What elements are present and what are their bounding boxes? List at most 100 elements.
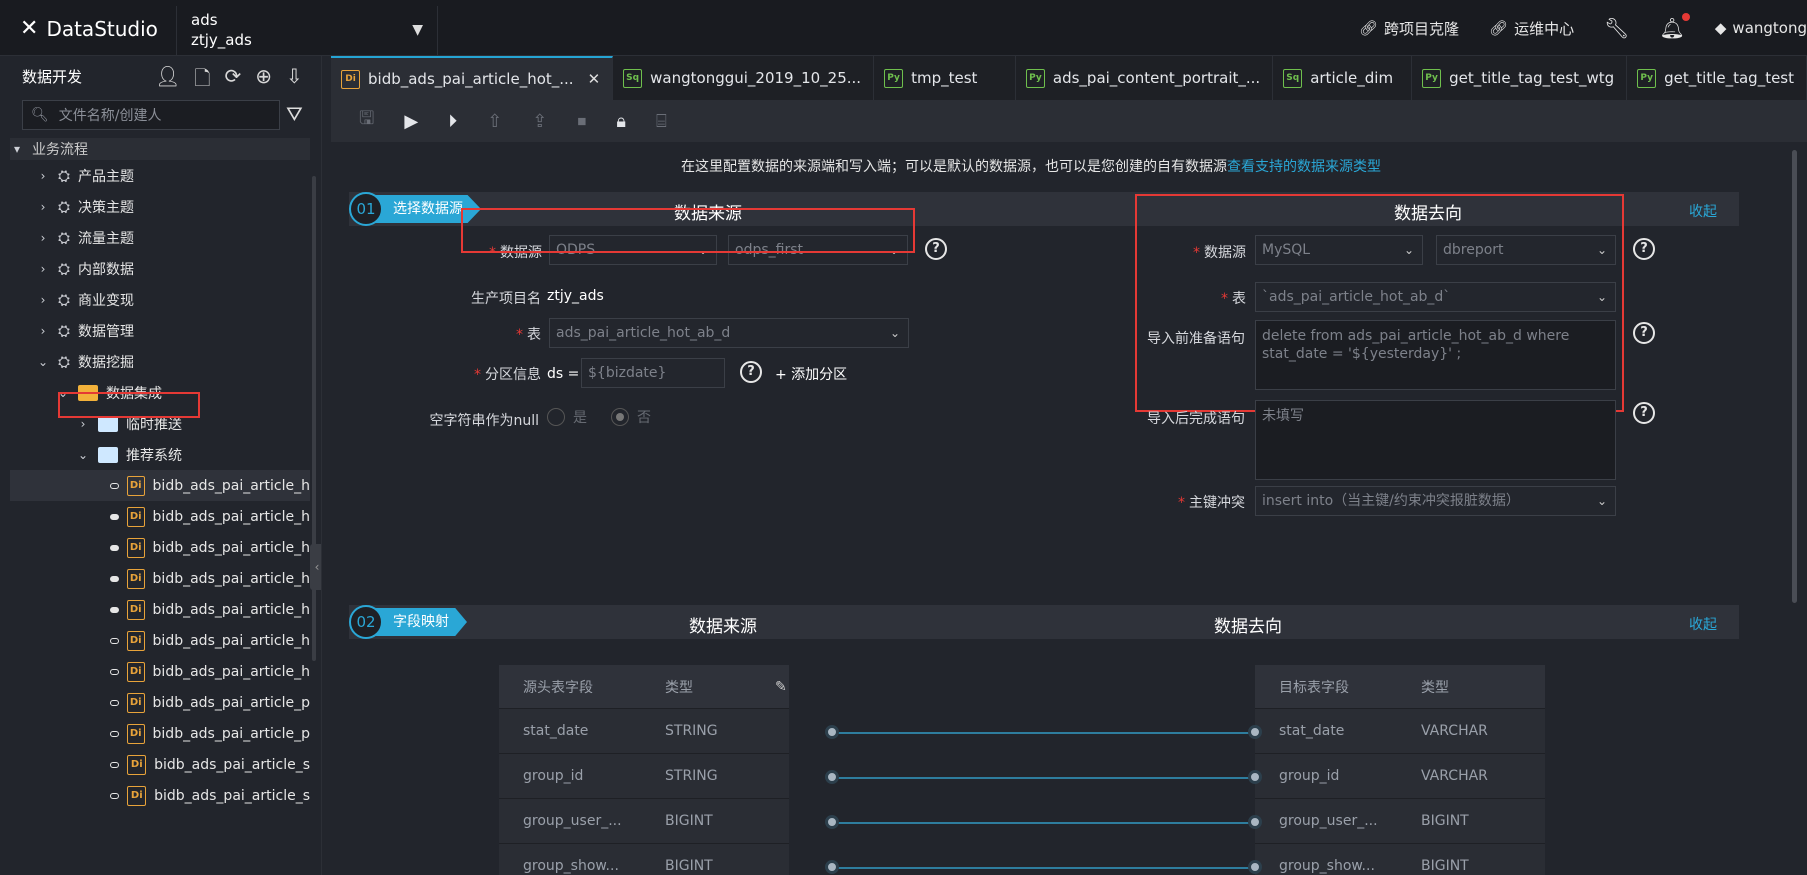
ops-center-link[interactable]: 🔗︎ 运维中心	[1489, 18, 1574, 39]
collapse-link[interactable]: 收起	[1689, 201, 1717, 221]
tab-bidb-ads-pai-article-hot[interactable]: Di bidb_ads_pai_article_hot_... ✕	[331, 56, 614, 100]
hierarchy-icon: ⛭	[58, 259, 71, 278]
submit-icon[interactable]: ⇧	[487, 111, 502, 132]
mapping-handle[interactable]	[825, 815, 839, 829]
tree-file[interactable]: Di bidb_ads_pai_article_h	[10, 625, 310, 656]
tab-article-dim[interactable]: Sq article_dim	[1273, 56, 1413, 100]
lock-icon[interactable]: 🔒︎	[616, 111, 626, 132]
main-scrollbar[interactable]	[1792, 150, 1797, 603]
tab-get-title-tag-test[interactable]: Py get_title_tag_test	[1627, 56, 1807, 100]
table-row[interactable]: group_user_... BIGINT	[1255, 799, 1545, 844]
filter-icon[interactable]: ⛛	[286, 102, 303, 126]
null-no-radio[interactable]: 否	[611, 407, 651, 427]
supported-sources-link[interactable]: 查看支持的数据来源类型	[1227, 159, 1381, 175]
tree-file[interactable]: Di bidb_ads_pai_article_s	[10, 780, 310, 811]
help-icon[interactable]: ?	[1633, 402, 1655, 424]
table-row[interactable]: stat_date STRING	[499, 709, 789, 754]
tree-file[interactable]: Di bidb_ads_pai_article_h	[10, 656, 310, 687]
source-table-select[interactable]: ads_pai_article_hot_ab_d ⌄	[549, 318, 909, 348]
tab-ads-pai-content-portrait[interactable]: Py ads_pai_content_portrait_...	[1016, 56, 1274, 100]
wrench-icon[interactable]: 🔧︎	[1604, 16, 1629, 40]
help-icon[interactable]: ?	[1633, 238, 1655, 260]
table-row[interactable]: group_show... BIGINT	[499, 844, 789, 875]
table-row[interactable]: group_id VARCHAR	[1255, 754, 1545, 799]
chevron-right-icon: ›	[80, 416, 86, 431]
tree-item-product[interactable]: › ⛭ 产品主题	[10, 160, 310, 191]
hierarchy-icon: ⛭	[58, 197, 71, 216]
mapping-handle[interactable]	[825, 770, 839, 784]
run-icon[interactable]: ▶	[404, 111, 418, 132]
project-selector[interactable]: ads ztjy_ads ▼	[176, 6, 438, 56]
mapping-line[interactable]	[833, 777, 1258, 779]
run-with-params-icon[interactable]: ⏵	[448, 111, 457, 132]
pk-conflict-select[interactable]: insert into（当主键/约束冲突报脏数据） ⌄	[1255, 486, 1616, 516]
sidebar: 数据开发 👤︎ 🗋 ⟳ ⊕ ⇩ 🔍︎ 文件名称/创建人 ⛛ ▾ 业务流程 › ⛭ 产…	[0, 56, 322, 875]
step-label: 字段映射	[369, 608, 467, 636]
help-icon[interactable]: ?	[1633, 322, 1655, 344]
edit-icon[interactable]: ✎	[775, 679, 787, 695]
mapping-line[interactable]	[833, 732, 1258, 734]
mapping-handle[interactable]	[1248, 770, 1262, 784]
tree-file[interactable]: Di bidb_ads_pai_article_h	[10, 470, 310, 501]
app-name: DataStudio	[46, 16, 158, 41]
close-icon[interactable]: ✕	[588, 70, 601, 88]
post-sql-textarea[interactable]: 未填写	[1255, 400, 1616, 480]
mapping-handle[interactable]	[825, 860, 839, 874]
user-filter-icon[interactable]: 👤︎	[155, 64, 180, 98]
user-menu[interactable]: ◆ wangtong	[1715, 19, 1807, 37]
app-logo[interactable]: ✕ DataStudio	[20, 16, 158, 41]
tab-tmp-test[interactable]: Py tmp_test	[874, 56, 1016, 100]
tree-file[interactable]: Di bidb_ads_pai_article_p	[10, 687, 310, 718]
table-row[interactable]: group_show... BIGINT	[1255, 844, 1545, 875]
tree-file[interactable]: Di bidb_ads_pai_article_p	[10, 718, 310, 749]
table-row[interactable]: group_user_... BIGINT	[499, 799, 789, 844]
bell-icon[interactable]: 🔔︎	[1659, 13, 1690, 40]
refresh-icon[interactable]: ⟳	[224, 64, 241, 98]
tree-file[interactable]: Di bidb_ads_pai_article_s	[10, 749, 310, 780]
tree-item-recommend-system[interactable]: ⌄ 推荐系统	[10, 439, 310, 470]
mapping-line[interactable]	[833, 822, 1258, 824]
add-partition-link[interactable]: + 添加分区	[775, 364, 847, 384]
tab-wangtonggui[interactable]: Sq wangtonggui_2019_10_25...	[613, 56, 875, 100]
sidebar-collapse-handle[interactable]: ‹	[310, 544, 321, 590]
tree-item-label: 内部数据	[78, 261, 135, 278]
null-yes-radio[interactable]: 是	[547, 407, 587, 427]
cross-project-clone-link[interactable]: 🔗︎ 跨项目克隆	[1359, 18, 1459, 39]
collapse-link[interactable]: 收起	[1689, 614, 1717, 634]
chevron-right-icon: ›	[40, 261, 46, 276]
tree-item-internal[interactable]: › ⛭ 内部数据	[10, 253, 310, 284]
field-type: BIGINT	[1421, 858, 1469, 874]
tree-item-traffic[interactable]: › ⛭ 流量主题	[10, 222, 310, 253]
tree-item-monetization[interactable]: › ⛭ 商业变现	[10, 284, 310, 315]
help-icon[interactable]: ?	[925, 238, 947, 260]
table-row[interactable]: stat_date VARCHAR	[1255, 709, 1545, 754]
deploy-icon[interactable]: ⇪	[532, 111, 547, 132]
import-icon[interactable]: ⇩	[286, 64, 303, 98]
tree-item-data-mining[interactable]: ⌄ ⛭ 数据挖掘	[10, 346, 310, 377]
sql-file-icon: Sq	[623, 68, 643, 88]
save-icon[interactable]: 🖫	[359, 106, 374, 136]
sql-file-icon: Sq	[1283, 68, 1303, 88]
new-file-icon[interactable]: 🗋	[194, 64, 210, 98]
mapping-line[interactable]	[833, 867, 1258, 869]
mapping-handle[interactable]	[825, 725, 839, 739]
mapping-handle[interactable]	[1248, 860, 1262, 874]
tree-file[interactable]: Di bidb_ads_pai_article_h	[10, 501, 310, 532]
partition-input[interactable]: ${bizdate}	[581, 358, 725, 388]
tree-item-data-management[interactable]: › ⛭ 数据管理	[10, 315, 310, 346]
tree-file[interactable]: Di bidb_ads_pai_article_h	[10, 532, 310, 563]
tree-item-decision[interactable]: › ⛭ 决策主题	[10, 191, 310, 222]
mapping-handle[interactable]	[1248, 815, 1262, 829]
help-icon[interactable]: ?	[740, 361, 762, 383]
tree-section-business-flow[interactable]: ▾ 业务流程	[10, 138, 310, 160]
tab-label: wangtonggui_2019_10_25...	[650, 69, 862, 87]
code-view-icon[interactable]: ⌸	[656, 111, 667, 132]
file-search-input[interactable]: 🔍︎ 文件名称/创建人	[22, 100, 280, 130]
tab-get-title-tag-test-wtg[interactable]: Py get_title_tag_test_wtg	[1412, 56, 1628, 100]
tree-file[interactable]: Di bidb_ads_pai_article_h	[10, 563, 310, 594]
mapping-handle[interactable]	[1248, 725, 1262, 739]
stop-icon[interactable]: ⏹	[577, 111, 586, 132]
locate-icon[interactable]: ⊕	[255, 64, 272, 98]
tree-file[interactable]: Di bidb_ads_pai_article_h	[10, 594, 310, 625]
table-row[interactable]: group_id STRING	[499, 754, 789, 799]
